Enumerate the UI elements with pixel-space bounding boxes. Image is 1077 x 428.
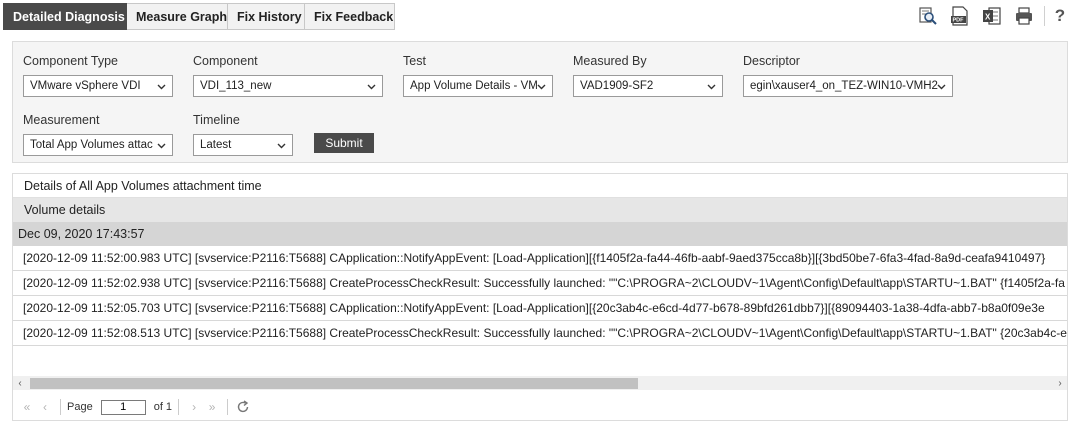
last-page-icon[interactable]: » (203, 398, 221, 416)
chevron-down-icon (937, 84, 946, 90)
table-row[interactable]: [2020-12-09 11:52:02.938 UTC] [svservice… (13, 271, 1067, 296)
measurement-select[interactable]: Total App Volumes attac (23, 134, 173, 156)
search-report-icon[interactable] (912, 5, 944, 27)
component-type-label: Component Type (23, 54, 118, 68)
test-select[interactable]: App Volume Details - VM (403, 75, 553, 97)
timeline-label: Timeline (193, 113, 240, 127)
page-number-input[interactable] (100, 399, 146, 415)
pager-divider (227, 399, 229, 415)
chevron-down-icon (367, 84, 376, 90)
next-page-icon[interactable]: › (185, 398, 203, 416)
tab-fix-feedback[interactable]: Fix Feedback (305, 3, 395, 30)
tab-bar: Detailed Diagnosis Measure Graph Fix His… (0, 0, 1077, 33)
timeline-select[interactable]: Latest (193, 134, 293, 156)
prev-page-icon[interactable]: ‹ (36, 398, 54, 416)
page-label: Page (67, 401, 93, 413)
submit-button[interactable]: Submit (314, 133, 374, 153)
component-type-select[interactable]: VMware vSphere VDI (23, 75, 173, 97)
chevron-down-icon (707, 84, 716, 90)
measurement-field: Measurement Total App Volumes attac (23, 113, 173, 156)
svg-text:PDF: PDF (953, 18, 965, 24)
scroll-right-icon[interactable]: › (1053, 376, 1067, 390)
test-label: Test (403, 54, 426, 68)
results-title: Details of All App Volumes attachment ti… (13, 174, 1067, 198)
component-select[interactable]: VDI_113_new (193, 75, 383, 97)
tab-measure-graph[interactable]: Measure Graph (127, 3, 228, 30)
chevron-down-icon (277, 143, 286, 149)
timeline-field: Timeline Latest (193, 113, 293, 156)
descriptor-select[interactable]: egin\xauser4_on_TEZ-WIN10-VMH2 (743, 75, 953, 97)
test-field: Test App Volume Details - VM (403, 54, 553, 97)
results-panel: Details of All App Volumes attachment ti… (12, 173, 1068, 421)
print-icon[interactable] (1008, 5, 1040, 27)
chevron-down-icon (157, 84, 166, 90)
scrollbar-thumb[interactable] (30, 378, 638, 389)
component-type-value: VMware vSphere VDI (30, 80, 141, 92)
measurement-label: Measurement (23, 113, 100, 127)
tab-detailed-diagnosis[interactable]: Detailed Diagnosis (3, 3, 127, 30)
tab-fix-history[interactable]: Fix History (228, 3, 305, 30)
table-row[interactable]: [2020-12-09 11:52:00.983 UTC] [svservice… (13, 246, 1067, 271)
measured-by-value: VAD1909-SF2 (580, 80, 654, 92)
table-row[interactable]: [2020-12-09 11:52:08.513 UTC] [svservice… (13, 321, 1067, 346)
filter-panel: Component Type VMware vSphere VDI Compon… (12, 41, 1068, 163)
help-label: ? (1054, 6, 1066, 25)
toolbar-divider (1044, 6, 1045, 26)
component-label: Component (193, 54, 258, 68)
measured-by-field: Measured By VAD1909-SF2 (573, 54, 723, 97)
pager: « ‹ Page of 1 › » (13, 393, 1067, 420)
group-row[interactable]: Dec 09, 2020 17:43:57 (13, 222, 1067, 246)
measurement-value: Total App Volumes attac (30, 139, 153, 151)
chevron-down-icon (537, 84, 546, 90)
toolbar: PDF X ? (912, 5, 1071, 27)
tabs: Detailed Diagnosis Measure Graph Fix His… (3, 3, 395, 30)
page-of-label: of 1 (153, 401, 173, 413)
svg-text:X: X (985, 13, 991, 22)
descriptor-field: Descriptor egin\xauser4_on_TEZ-WIN10-VMH… (743, 54, 953, 97)
help-icon[interactable]: ? (1049, 5, 1071, 27)
column-header-volume-details[interactable]: Volume details (13, 198, 1067, 222)
measured-by-select[interactable]: VAD1909-SF2 (573, 75, 723, 97)
chevron-down-icon (157, 143, 166, 149)
table-row[interactable]: [2020-12-09 11:52:05.703 UTC] [svservice… (13, 296, 1067, 321)
excel-icon[interactable]: X (976, 5, 1008, 27)
component-value: VDI_113_new (200, 80, 272, 92)
refresh-icon[interactable] (234, 398, 252, 416)
pager-divider (178, 399, 180, 415)
measured-by-label: Measured By (573, 54, 647, 68)
pdf-icon[interactable]: PDF (944, 5, 976, 27)
timeline-value: Latest (200, 139, 232, 151)
first-page-icon[interactable]: « (18, 398, 36, 416)
scroll-left-icon[interactable]: ‹ (13, 376, 27, 390)
descriptor-label: Descriptor (743, 54, 800, 68)
test-value: App Volume Details - VM (410, 80, 538, 92)
pager-divider (60, 399, 61, 415)
component-field: Component VDI_113_new (193, 54, 383, 97)
component-type-field: Component Type VMware vSphere VDI (23, 54, 173, 97)
descriptor-value: egin\xauser4_on_TEZ-WIN10-VMH2 (750, 80, 938, 92)
horizontal-scrollbar[interactable]: ‹ › (13, 376, 1067, 390)
